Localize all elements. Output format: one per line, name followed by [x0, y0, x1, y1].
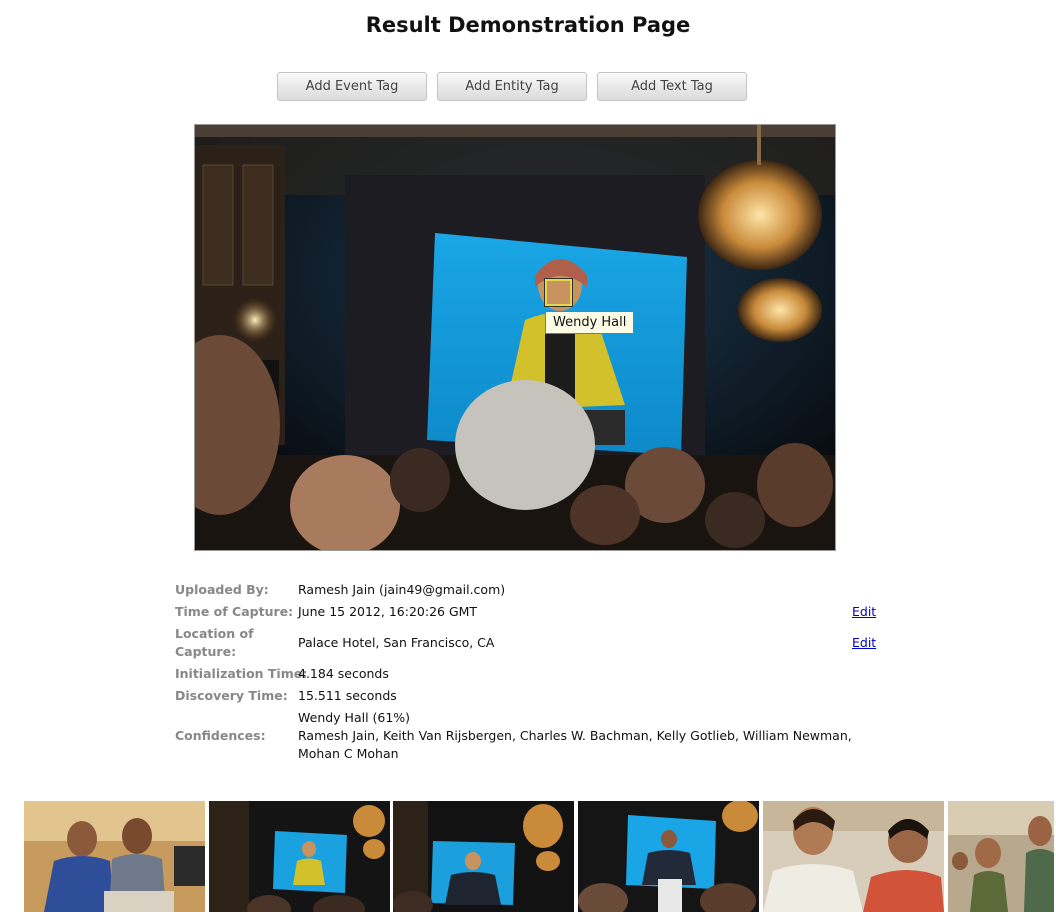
edit-time-link[interactable]: Edit	[852, 604, 876, 619]
thumbnail-6-image	[948, 801, 1054, 912]
uploaded-by-value: Ramesh Jain (jain49@gmail.com)	[298, 582, 506, 597]
confidences-line-3: Mohan C Mohan	[298, 746, 399, 761]
thumbnail-3-image	[393, 801, 574, 912]
discovery-time-label: Discovery Time:	[175, 688, 288, 703]
thumbnail-4[interactable]	[578, 801, 759, 912]
thumbnail-5-image	[763, 801, 944, 912]
edit-location-link[interactable]: Edit	[852, 635, 876, 650]
main-photo-image	[195, 125, 835, 550]
face-tag-label[interactable]: Wendy Hall	[545, 311, 635, 334]
main-photo[interactable]: Wendy Hall	[194, 124, 836, 551]
thumbnail-1[interactable]	[24, 801, 205, 912]
thumbnail-2-image	[209, 801, 390, 912]
location-label-line2: Capture:	[175, 644, 237, 659]
confidences-line-1: Wendy Hall (61%)	[298, 710, 411, 725]
confidences-label: Confidences:	[175, 728, 266, 743]
add-event-tag-button[interactable]: Add Event Tag	[277, 72, 427, 101]
time-of-capture-value: June 15 2012, 16:20:26 GMT	[298, 604, 478, 619]
confidences-line-2: Ramesh Jain, Keith Van Rijsbergen, Charl…	[298, 728, 852, 743]
time-of-capture-label: Time of Capture:	[175, 604, 294, 619]
thumbnail-2[interactable]	[209, 801, 390, 912]
thumbnail-6[interactable]	[948, 801, 1054, 912]
face-detection-box[interactable]	[544, 278, 573, 307]
page-title: Result Demonstration Page	[365, 13, 691, 37]
initialization-time-value: 4.184 seconds	[298, 666, 389, 681]
thumbnail-5[interactable]	[763, 801, 944, 912]
add-text-tag-button[interactable]: Add Text Tag	[597, 72, 747, 101]
thumbnail-1-image	[24, 801, 205, 912]
add-entity-tag-button[interactable]: Add Entity Tag	[437, 72, 587, 101]
location-value: Palace Hotel, San Francisco, CA	[298, 635, 495, 650]
location-label-line1: Location of	[175, 626, 254, 641]
thumbnail-4-image	[578, 801, 759, 912]
thumbnail-3[interactable]	[393, 801, 574, 912]
uploaded-by-label: Uploaded By:	[175, 582, 269, 597]
discovery-time-value: 15.511 seconds	[298, 688, 397, 703]
initialization-time-label: Initialization Time:	[175, 666, 308, 681]
